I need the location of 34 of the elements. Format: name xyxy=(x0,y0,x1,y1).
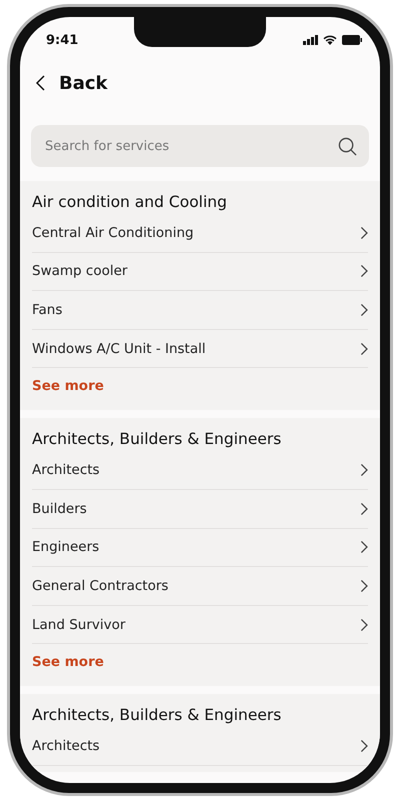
chevron-right-icon xyxy=(360,502,368,516)
service-item[interactable]: Swamp cooler xyxy=(32,252,368,292)
back-button[interactable]: Back xyxy=(32,68,112,98)
service-item[interactable]: Engineers xyxy=(32,528,368,568)
chevron-right-icon xyxy=(360,739,368,754)
search-input[interactable]: Search for services xyxy=(43,138,338,154)
battery-icon xyxy=(342,35,362,45)
chevron-right-icon xyxy=(360,264,368,278)
service-item[interactable]: Builders xyxy=(32,490,368,529)
chevron-right-icon xyxy=(360,302,368,317)
section-title: Architects, Builders & Engineers xyxy=(32,430,282,448)
service-item[interactable]: Central Air Conditioning xyxy=(32,214,368,253)
signal-icon xyxy=(303,35,318,45)
chevron-left-icon xyxy=(36,75,45,91)
wifi-icon xyxy=(323,35,337,45)
chevron-right-icon xyxy=(360,342,368,356)
chevron-right-icon xyxy=(360,618,368,632)
service-item[interactable]: Architects xyxy=(32,727,368,766)
see-more-link[interactable]: See more xyxy=(32,644,104,680)
chevron-right-icon xyxy=(360,463,368,478)
chevron-right-icon xyxy=(360,540,368,554)
section-title: Architects, Builders & Engineers xyxy=(32,706,282,724)
status-time: 9:41 xyxy=(46,32,78,48)
see-more-link[interactable]: See more xyxy=(32,368,104,404)
chevron-right-icon xyxy=(360,578,368,593)
section-title: Air condition and Cooling xyxy=(32,193,228,211)
search-bar[interactable]: Search for services xyxy=(31,125,369,167)
service-item[interactable]: Architects xyxy=(32,451,368,490)
service-item[interactable]: Land Survivor xyxy=(32,606,368,644)
search-icon xyxy=(338,136,357,156)
chevron-right-icon xyxy=(360,226,368,240)
service-item[interactable]: Fans xyxy=(32,291,368,330)
service-item[interactable]: Windows A/C Unit - Install xyxy=(32,330,368,368)
service-item[interactable]: General Contractors xyxy=(32,567,368,606)
